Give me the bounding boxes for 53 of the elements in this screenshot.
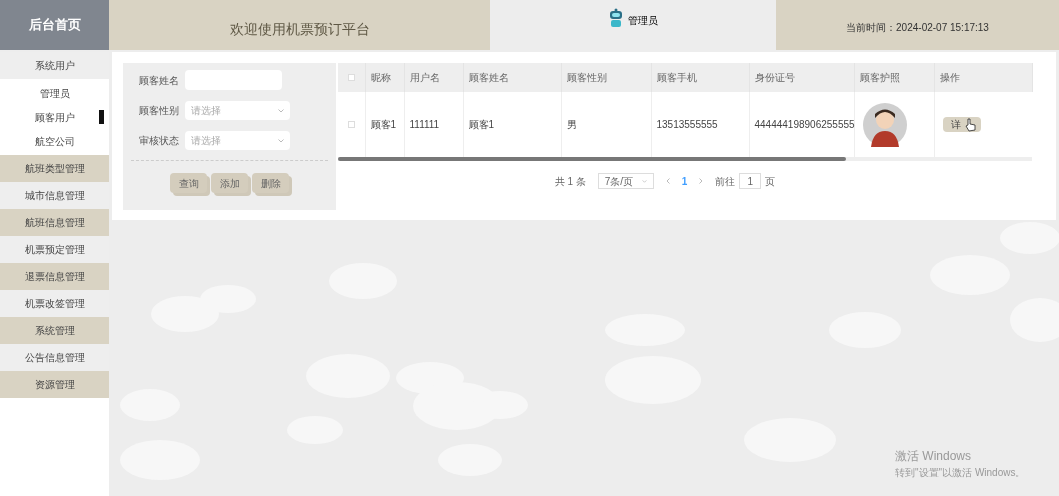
column-header: 顾客性别 xyxy=(566,72,607,83)
page-input[interactable]: 1 xyxy=(739,173,762,189)
current-time: 当前时间：2024-02-07 15:17:13 xyxy=(776,0,1059,50)
chevron-down-icon xyxy=(278,108,284,113)
column-header: 身份证号 xyxy=(754,72,795,83)
column-header: 操作 xyxy=(939,72,960,83)
sidebar-item[interactable]: 航班类型管理 xyxy=(0,155,109,182)
field-label: 顾客性别 xyxy=(138,104,179,118)
checkbox[interactable] xyxy=(347,74,355,81)
table-cell: 男 xyxy=(566,119,577,130)
header-title: 欢迎使用机票预订平台 xyxy=(109,0,490,50)
column-header: 用户名 xyxy=(409,72,440,83)
header-home[interactable]: 后台首页 xyxy=(0,0,109,50)
column-header: 顾客姓名 xyxy=(468,72,509,83)
previous-page-icon[interactable] xyxy=(665,178,670,184)
sidebar-item[interactable]: 资源管理 xyxy=(0,371,109,398)
column-header: 昵称 xyxy=(370,72,391,83)
activation-hint: 转到"设置"以激活 Windows。 xyxy=(895,466,1026,480)
sidebar-item[interactable]: 系统用户 xyxy=(0,52,109,79)
table-cell: 444444198906255555 xyxy=(754,119,855,130)
total-count: 共 1 条 xyxy=(554,174,586,189)
user-name[interactable]: 管理员 xyxy=(628,13,658,28)
goto-label: 前往 xyxy=(715,174,736,189)
table-cell: 13513555555 xyxy=(656,119,718,130)
goto-suffix: 页 xyxy=(765,174,776,189)
sidebar-item[interactable]: 系统管理 xyxy=(0,317,109,344)
sidebar-item[interactable]: 机票改签管理 xyxy=(0,290,109,317)
sidebar-item[interactable]: 退票信息管理 xyxy=(0,263,109,290)
submenu-item[interactable]: 顾客用户 xyxy=(34,109,75,125)
table-cell: 顾客1 xyxy=(370,119,397,130)
robot-icon xyxy=(608,8,624,28)
column-header: 顾客护照 xyxy=(859,72,900,83)
action-button[interactable]: 添加 xyxy=(211,173,248,193)
pointer-cursor-icon xyxy=(964,118,977,132)
sidebar-item[interactable]: 公告信息管理 xyxy=(0,344,109,371)
activation-title: 激活 Windows xyxy=(895,448,972,465)
field-label: 顾客姓名 xyxy=(138,73,179,88)
sidebar-item[interactable]: 机票预定管理 xyxy=(0,236,109,263)
action-button[interactable]: 删除 xyxy=(252,173,289,193)
sidebar-item[interactable]: 航班信息管理 xyxy=(0,209,109,236)
page-size-select[interactable]: 7条/页 xyxy=(597,173,654,189)
chevron-down-icon xyxy=(278,138,284,143)
table-cell: 111111 xyxy=(409,119,440,130)
sidebar-item[interactable]: 城市信息管理 xyxy=(0,182,109,209)
table-cell: 顾客1 xyxy=(468,119,495,130)
column-header: 顾客手机 xyxy=(656,72,697,83)
next-page-icon[interactable] xyxy=(699,178,704,184)
field-label: 审核状态 xyxy=(138,134,179,148)
submenu-item[interactable]: 航空公司 xyxy=(34,133,75,149)
submenu-item[interactable]: 管理员 xyxy=(39,85,70,101)
checkbox[interactable] xyxy=(347,121,355,128)
action-button[interactable]: 查询 xyxy=(170,173,207,193)
scrollbar[interactable] xyxy=(338,157,846,161)
